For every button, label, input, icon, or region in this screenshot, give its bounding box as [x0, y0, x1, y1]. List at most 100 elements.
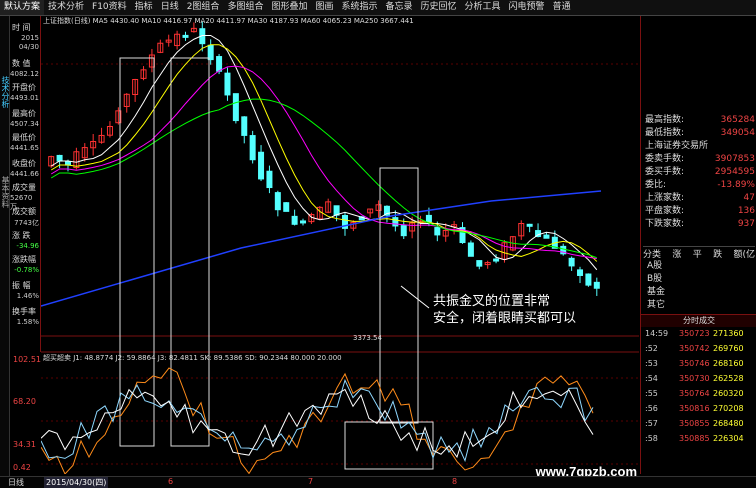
amplitude-label: 振 幅	[12, 281, 31, 290]
chart-area[interactable]: 上证指数(日线) MA5 4430.40 MA10 4416.97 MA20 4…	[40, 16, 639, 479]
tick-amount: 268480	[713, 419, 744, 428]
candle-body	[526, 223, 533, 227]
tick-time: 14:59	[645, 329, 669, 338]
vertical-tab-strip: 技术分析 基本资料	[0, 16, 10, 486]
board-fund[interactable]: 基金	[647, 286, 665, 299]
stat-label: 最低指数:	[645, 128, 685, 138]
menu-item-10[interactable]: 备忘录	[382, 0, 417, 15]
turnover-value: 1.58%	[16, 318, 39, 326]
stat-value: 937	[737, 219, 755, 229]
tick-amount: 226304	[713, 434, 744, 443]
menu-item-1[interactable]: 技术分析	[44, 0, 88, 15]
menu-item-6[interactable]: 多图组合	[223, 0, 267, 15]
amplitude-value: 1.46%	[16, 292, 39, 300]
menu-item-13[interactable]: 闪电预警	[505, 0, 549, 15]
board-col-class: 分类	[643, 250, 662, 260]
info-panel: 时 间 2015 04/30 数 值 4082.12 开盘价 4493.01 最…	[10, 16, 41, 352]
menu-item-3[interactable]: 指标	[131, 0, 157, 15]
candle-body	[207, 44, 214, 61]
tick-row: :54 350730 262528	[643, 373, 755, 385]
stat-row: 委买手数: 2954595	[643, 166, 755, 179]
tick-row: :56 350816 270208	[643, 403, 755, 415]
candle-body	[493, 258, 500, 262]
tick-row: :53 350746 268160	[643, 358, 755, 370]
high-value: 4507.34	[10, 120, 39, 128]
candle-body	[216, 56, 223, 72]
board-list: A股 B股 基金 其它	[647, 260, 665, 312]
candle-body	[224, 72, 231, 96]
amount-value: 7743亿	[14, 219, 39, 227]
stat-value: 3907853	[714, 154, 755, 164]
board-col-up: 涨	[672, 250, 682, 260]
menu-item-14[interactable]: 普通	[549, 0, 575, 15]
ma5-line	[50, 35, 598, 271]
menu-item-4[interactable]: 日线	[157, 0, 183, 15]
board-col-amount: 额(亿	[733, 250, 755, 260]
tick-price: 350730	[679, 374, 710, 383]
board-a[interactable]: A股	[647, 260, 665, 273]
qty-value: 4082.12	[10, 70, 39, 78]
ticks-title[interactable]: 分时成交	[641, 314, 756, 327]
stat-row: 上海证券交易所	[643, 140, 755, 153]
board-other[interactable]: 其它	[647, 299, 665, 312]
candle-body	[577, 269, 584, 276]
tick-row: :55 350764 260320	[643, 388, 755, 400]
change-label: 涨 跌	[12, 231, 31, 240]
candle-body	[425, 214, 432, 223]
pct-value: -0.78%	[14, 266, 39, 274]
menu-bar: 默认方案 技术分析 F10资料 指标 日线 2图组合 多图组合 图形叠加 图画 系统指示 备忘录 历史…	[0, 0, 756, 16]
kdj-axis-68: 68.20	[13, 397, 36, 406]
tick-amount: 271360	[713, 329, 744, 338]
stat-row: 委比: -13.89%	[643, 179, 755, 192]
tick-time: :56	[645, 404, 658, 413]
kdj-axis-top: 102.51	[13, 355, 41, 364]
kdj-axis: 102.51 68.20 34.31 0.42	[10, 355, 41, 473]
candle-body	[241, 116, 248, 136]
stat-label: 下跌家数:	[645, 219, 685, 229]
stat-label: 上涨家数:	[645, 193, 685, 203]
candle-body	[434, 227, 441, 236]
candle-body	[400, 225, 407, 237]
highlight-box	[344, 421, 434, 470]
highlight-box	[170, 57, 210, 447]
tick-amount: 269760	[713, 344, 744, 353]
low-marker: 3373.54	[353, 334, 382, 342]
month-label-7: 7	[308, 477, 314, 486]
candle-body	[249, 135, 256, 161]
candle-body	[258, 151, 265, 180]
menu-item-7[interactable]: 图形叠加	[267, 0, 311, 15]
candle-body	[543, 234, 550, 239]
turnover-label: 换手率	[12, 307, 36, 316]
candle-body	[182, 34, 189, 38]
date-label: 2015/04/30(四)	[44, 477, 109, 488]
kdj-line-d	[40, 388, 594, 459]
menu-item-8[interactable]: 图画	[311, 0, 337, 15]
menu-item-2[interactable]: F10资料	[88, 0, 131, 15]
tick-price: 350816	[679, 404, 710, 413]
change-value: -34.96	[16, 242, 39, 250]
menu-item-11[interactable]: 历史回忆	[417, 0, 461, 15]
stat-label: 最高指数:	[645, 115, 685, 125]
right-panel: 最高指数: 365284 最低指数: 349054 上海证券交易所 委卖手数: 390785…	[640, 16, 756, 474]
month-label-6: 6	[168, 477, 174, 486]
menu-item-9[interactable]: 系统指示	[337, 0, 381, 15]
annotation-arrow	[400, 285, 430, 309]
period-label[interactable]: 日线	[8, 477, 24, 488]
high-label: 最高价	[12, 109, 36, 118]
candle-body	[291, 215, 298, 225]
menu-item-5[interactable]: 2图组合	[183, 0, 224, 15]
tick-price: 350742	[679, 344, 710, 353]
kline-chart[interactable]	[40, 16, 639, 475]
candle-body	[300, 220, 307, 224]
candle-body	[585, 273, 592, 286]
close-label: 收盘价	[12, 159, 36, 168]
menu-item-0[interactable]: 默认方案	[0, 0, 45, 15]
tick-price: 350746	[679, 359, 710, 368]
tick-row: 14:59 350723 271360	[643, 328, 755, 340]
stat-row: 最低指数: 349054	[643, 127, 755, 140]
tick-price: 350885	[679, 434, 710, 443]
candle-body	[476, 260, 483, 267]
board-b[interactable]: B股	[647, 273, 665, 286]
menu-item-12[interactable]: 分析工具	[461, 0, 505, 15]
amount-label: 成交额	[12, 207, 36, 216]
